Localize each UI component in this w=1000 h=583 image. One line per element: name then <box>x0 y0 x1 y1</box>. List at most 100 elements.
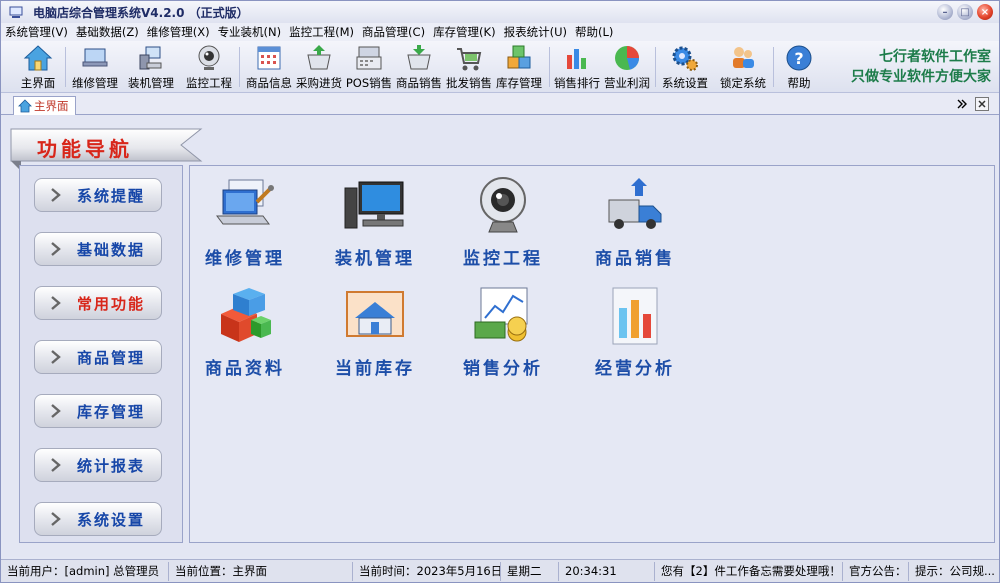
menu-monitoring[interactable]: 监控工程(M) <box>285 24 358 40</box>
status-location: 当前位置：主界面 <box>169 561 353 581</box>
maximize-icon[interactable]: □ <box>957 4 973 20</box>
delivery-truck-icon <box>603 174 667 238</box>
chevron-right-icon <box>45 454 67 476</box>
nav-banner-title: 功能导航 <box>37 137 133 161</box>
toolbar-sales-button[interactable]: 商品销售 <box>395 43 443 91</box>
toolbar-assembly-button[interactable]: 装机管理 <box>125 43 177 91</box>
users-lock-icon <box>728 43 758 73</box>
studio-slogan: 七行者软件工作室 只做专业软件方便大家 <box>851 47 991 87</box>
gears-icon <box>670 43 700 73</box>
chevron-right-icon[interactable] <box>955 97 969 111</box>
status-date: 当前时间：2023年5月16日 <box>353 561 501 581</box>
minimize-icon[interactable]: – <box>937 4 953 20</box>
money-chart-icon <box>471 284 535 348</box>
toolbar-repair-button[interactable]: 维修管理 <box>69 43 121 91</box>
status-notice[interactable]: 您有【2】件工作备忘需要处理哦！ <box>655 561 843 581</box>
toolbar-settings-button[interactable]: 系统设置 <box>659 43 711 91</box>
basket-down-icon <box>304 43 334 73</box>
toolbar-pos-button[interactable]: POS销售 <box>345 43 393 91</box>
studio-tagline: 只做专业软件方便大家 <box>851 69 991 85</box>
toolbar-home-button[interactable]: 主界面 <box>15 43 61 91</box>
window-title: 电脑店综合管理系统V4.2.0 （正式版） <box>33 5 249 20</box>
tile-monitoring[interactable]: 监控工程 <box>448 174 558 274</box>
menu-inventory[interactable]: 库存管理(K) <box>429 24 500 40</box>
status-tip: 提示：公司规... <box>915 564 995 578</box>
basket-icon <box>404 43 434 73</box>
bar-chart-icon <box>603 284 667 348</box>
close-icon[interactable]: × <box>977 4 993 20</box>
tile-repair[interactable]: 维修管理 <box>190 174 300 274</box>
nav-item-statistics[interactable]: 统计报表 <box>34 448 162 482</box>
status-announcement: 官方公告： <box>843 561 909 581</box>
desktop-computer-icon <box>343 174 407 238</box>
tile-assembly[interactable]: 装机管理 <box>320 174 430 274</box>
nav-item-system-reminder[interactable]: 系统提醒 <box>34 178 162 212</box>
toolbar-wholesale-button[interactable]: 批发销售 <box>445 43 493 91</box>
laptop-repair-icon <box>80 43 110 73</box>
tile-sales-analysis[interactable]: 销售分析 <box>448 284 558 384</box>
main-content: 功能导航 系统提醒 基础数据 常用功能 商品管理 库存管理 统计报表 系统设置 … <box>3 115 997 557</box>
menu-assembly[interactable]: 专业装机(N) <box>214 24 286 40</box>
bar-chart-icon <box>562 43 592 73</box>
function-panel: 维修管理 装机管理 监控工程 商品销售 商品资料 当前库存 销售分析 经营分析 <box>189 165 995 543</box>
close-tab-icon[interactable] <box>975 97 989 111</box>
tab-home-label: 主界面 <box>34 99 69 113</box>
cubes-icon <box>213 284 277 348</box>
app-icon <box>9 5 23 19</box>
toolbar-lock-button[interactable]: 锁定系统 <box>717 43 769 91</box>
boxes-icon <box>504 43 534 73</box>
title-bar: 电脑店综合管理系统V4.2.0 （正式版） – □ × <box>1 1 999 23</box>
webcam-icon <box>194 43 224 73</box>
menu-system[interactable]: 系统管理(V) <box>1 24 72 40</box>
chevron-right-icon <box>45 238 67 260</box>
tile-current-stock[interactable]: 当前库存 <box>320 284 430 384</box>
toolbar-help-button[interactable]: ? 帮助 <box>779 43 819 91</box>
cart-icon <box>454 43 484 73</box>
webcam-icon <box>471 174 535 238</box>
tile-business-analysis[interactable]: 经营分析 <box>580 284 690 384</box>
chevron-right-icon <box>45 292 67 314</box>
status-bar: 当前用户：[admin] 总管理员 当前位置：主界面 当前时间：2023年5月1… <box>1 559 999 582</box>
home-icon <box>23 43 53 73</box>
pos-terminal-icon <box>354 43 384 73</box>
toolbar-inventory-button[interactable]: 库存管理 <box>495 43 543 91</box>
computer-icon <box>136 43 166 73</box>
status-clock: 20:34:31 <box>559 561 655 581</box>
toolbar-sales-rank-button[interactable]: 销售排行 <box>553 43 601 91</box>
toolbar-profit-button[interactable]: 营业利润 <box>603 43 651 91</box>
nav-item-inventory-management[interactable]: 库存管理 <box>34 394 162 428</box>
tile-sales[interactable]: 商品销售 <box>580 174 690 274</box>
tab-strip: 主界面 <box>1 93 999 115</box>
app-window: 电脑店综合管理系统V4.2.0 （正式版） – □ × 系统管理(V) 基础数据… <box>0 0 1000 583</box>
nav-item-basic-data[interactable]: 基础数据 <box>34 232 162 266</box>
chevron-right-icon <box>45 184 67 206</box>
nav-panel: 系统提醒 基础数据 常用功能 商品管理 库存管理 统计报表 系统设置 <box>19 165 183 543</box>
tile-goods-data[interactable]: 商品资料 <box>190 284 300 384</box>
nav-item-common-functions[interactable]: 常用功能 <box>34 286 162 320</box>
menu-repair[interactable]: 维修管理(X) <box>143 24 214 40</box>
nav-item-goods-management[interactable]: 商品管理 <box>34 340 162 374</box>
studio-name: 七行者软件工作室 <box>879 49 991 65</box>
help-icon: ? <box>784 43 814 73</box>
menu-reports[interactable]: 报表统计(U) <box>500 24 571 40</box>
menu-goods[interactable]: 商品管理(C) <box>358 24 429 40</box>
laptop-repair-icon <box>213 174 277 238</box>
status-user: 当前用户：[admin] 总管理员 <box>1 561 169 581</box>
toolbar-monitoring-button[interactable]: 监控工程 <box>183 43 235 91</box>
svg-text:?: ? <box>794 49 803 68</box>
warehouse-icon <box>343 284 407 348</box>
tab-home[interactable]: 主界面 <box>13 96 76 115</box>
pie-chart-icon <box>612 43 642 73</box>
toolbar-purchase-button[interactable]: 采购进货 <box>293 43 345 91</box>
home-icon <box>18 99 32 113</box>
chevron-right-icon <box>45 400 67 422</box>
menu-help[interactable]: 帮助(L) <box>571 24 617 40</box>
chevron-right-icon <box>45 508 67 530</box>
nav-item-system-settings[interactable]: 系统设置 <box>34 502 162 536</box>
toolbar: 主界面 维修管理 装机管理 监控工程 商品信息 采购进货 POS销售 商品销售 … <box>1 41 999 93</box>
status-weekday: 星期二 <box>501 561 559 581</box>
chevron-right-icon <box>45 346 67 368</box>
toolbar-goods-info-button[interactable]: 商品信息 <box>243 43 295 91</box>
menu-bar: 系统管理(V) 基础数据(Z) 维修管理(X) 专业装机(N) 监控工程(M) … <box>1 23 999 41</box>
menu-basic-data[interactable]: 基础数据(Z) <box>72 24 143 40</box>
